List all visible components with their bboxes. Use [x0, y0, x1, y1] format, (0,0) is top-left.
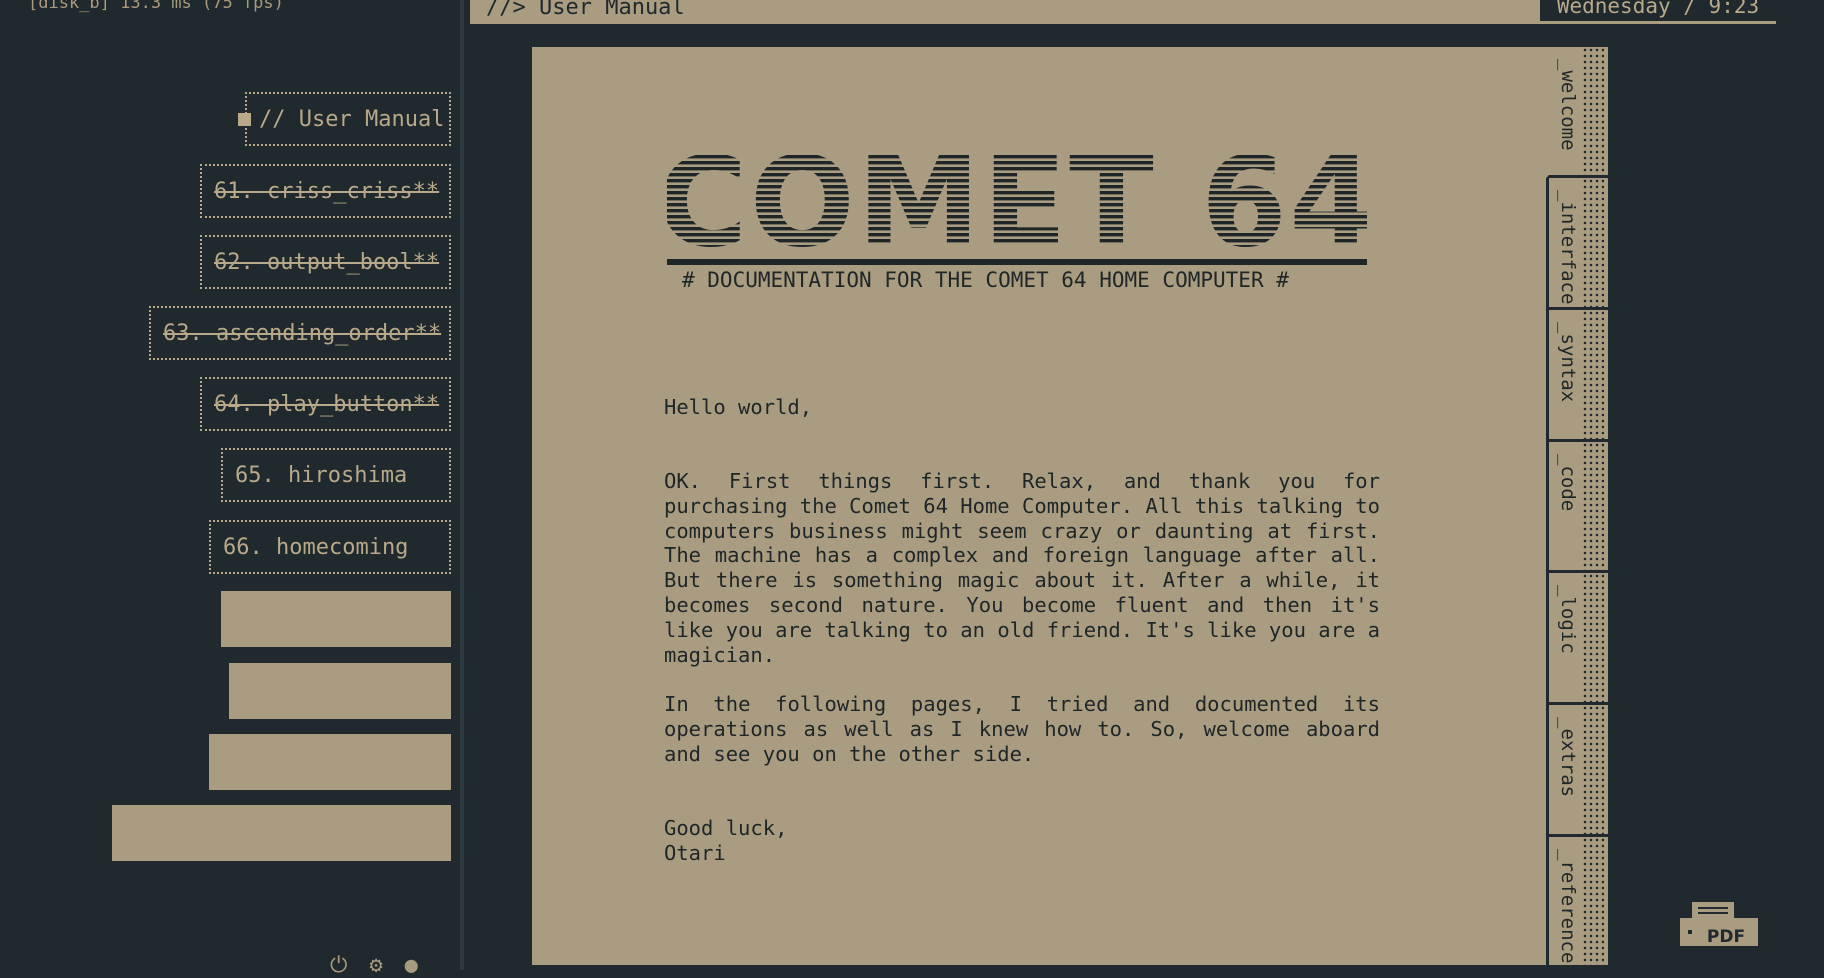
signoff-block: Good luck, Otari	[664, 816, 1380, 866]
tab-label: _syntax	[1557, 322, 1579, 403]
tab-label: _reference	[1557, 849, 1579, 964]
menu-header-label: // User Manual	[259, 106, 445, 132]
tab-texture	[1582, 47, 1604, 175]
tab-texture	[1582, 178, 1604, 307]
system-icons: ⏻ ⚙ ●	[330, 955, 418, 977]
pdf-label: PDF	[1707, 927, 1745, 947]
menu-header-user-manual[interactable]: // User Manual	[245, 92, 451, 146]
tab-texture	[1582, 310, 1604, 439]
locked-menu-block	[209, 734, 451, 790]
locked-menu-block	[112, 805, 451, 861]
logo-underline	[667, 259, 1367, 265]
menu-item-label: 65. hiroshima	[235, 462, 408, 488]
menu-item-label: 64. play_button**	[214, 391, 440, 417]
menu-item-label: 63. ascending_order**	[163, 320, 442, 346]
tab-interface[interactable]: _interface	[1546, 178, 1608, 310]
tab-syntax[interactable]: _syntax	[1546, 310, 1608, 442]
greeting: Hello world,	[664, 395, 1380, 420]
menu-item-63[interactable]: 63. ascending_order**	[149, 306, 451, 360]
clock: Wednesday / 9:23	[1540, 0, 1776, 21]
locked-menu-block	[221, 591, 451, 647]
document-page: COMET 64 # DOCUMENTATION FOR THE COMET 6…	[532, 47, 1548, 965]
tab-label: _code	[1557, 454, 1579, 512]
tab-label: _logic	[1557, 585, 1579, 654]
tab-texture	[1582, 442, 1604, 570]
comet-64-logo: COMET 64	[667, 137, 1367, 267]
tab-welcome[interactable]: _welcome	[1546, 47, 1608, 178]
left-menu-panel: // User Manual 61. criss_criss** 62. out…	[0, 0, 460, 977]
menu-item-label: 62. output_bool**	[214, 249, 440, 275]
power-icon[interactable]: ⏻	[330, 955, 347, 977]
section-tabs: _welcome _interface _syntax _code _logic…	[1546, 47, 1610, 965]
window-title: //> User Manual	[486, 0, 685, 20]
tab-texture	[1582, 705, 1604, 834]
greeting-text: Hello world,	[664, 395, 813, 419]
bell-icon[interactable]: ●	[405, 955, 418, 977]
tab-logic[interactable]: _logic	[1546, 573, 1608, 705]
menu-item-66[interactable]: 66. homecoming	[209, 520, 451, 574]
paragraph-text: In the following pages, I tried and docu…	[664, 692, 1380, 766]
tab-extras[interactable]: _extras	[1546, 705, 1608, 837]
signature-text: Otari	[664, 840, 726, 865]
printer-pdf-icon[interactable]: PDF	[1678, 900, 1760, 948]
intro-paragraph: OK. First things first. Relax, and thank…	[664, 469, 1380, 667]
menu-item-62[interactable]: 62. output_bool**	[200, 235, 451, 289]
gear-icon[interactable]: ⚙	[369, 955, 382, 977]
menu-item-label: 66. homecoming	[223, 534, 409, 560]
locked-menu-block	[229, 663, 451, 719]
paragraph-text: OK. First things first. Relax, and thank…	[664, 469, 1380, 667]
tab-label: _interface	[1557, 190, 1579, 305]
document-subtitle: # DOCUMENTATION FOR THE COMET 64 HOME CO…	[682, 268, 1289, 292]
tab-code[interactable]: _code	[1546, 442, 1608, 573]
logo-text: COMET 64	[667, 137, 1367, 267]
tab-reference[interactable]: _reference	[1546, 837, 1608, 965]
tab-texture	[1582, 573, 1604, 702]
tab-label: _extras	[1557, 717, 1579, 798]
panel-divider	[460, 0, 464, 970]
tab-texture	[1582, 837, 1604, 965]
menu-item-label: 61. criss_criss**	[214, 178, 440, 204]
menu-item-65[interactable]: 65. hiroshima	[221, 448, 451, 502]
menu-item-61[interactable]: 61. criss_criss**	[200, 164, 451, 218]
tab-label: _welcome	[1557, 59, 1579, 151]
closing-paragraph: In the following pages, I tried and docu…	[664, 692, 1380, 766]
menu-item-64[interactable]: 64. play_button**	[200, 377, 451, 431]
signoff-text: Good luck,	[664, 816, 788, 840]
